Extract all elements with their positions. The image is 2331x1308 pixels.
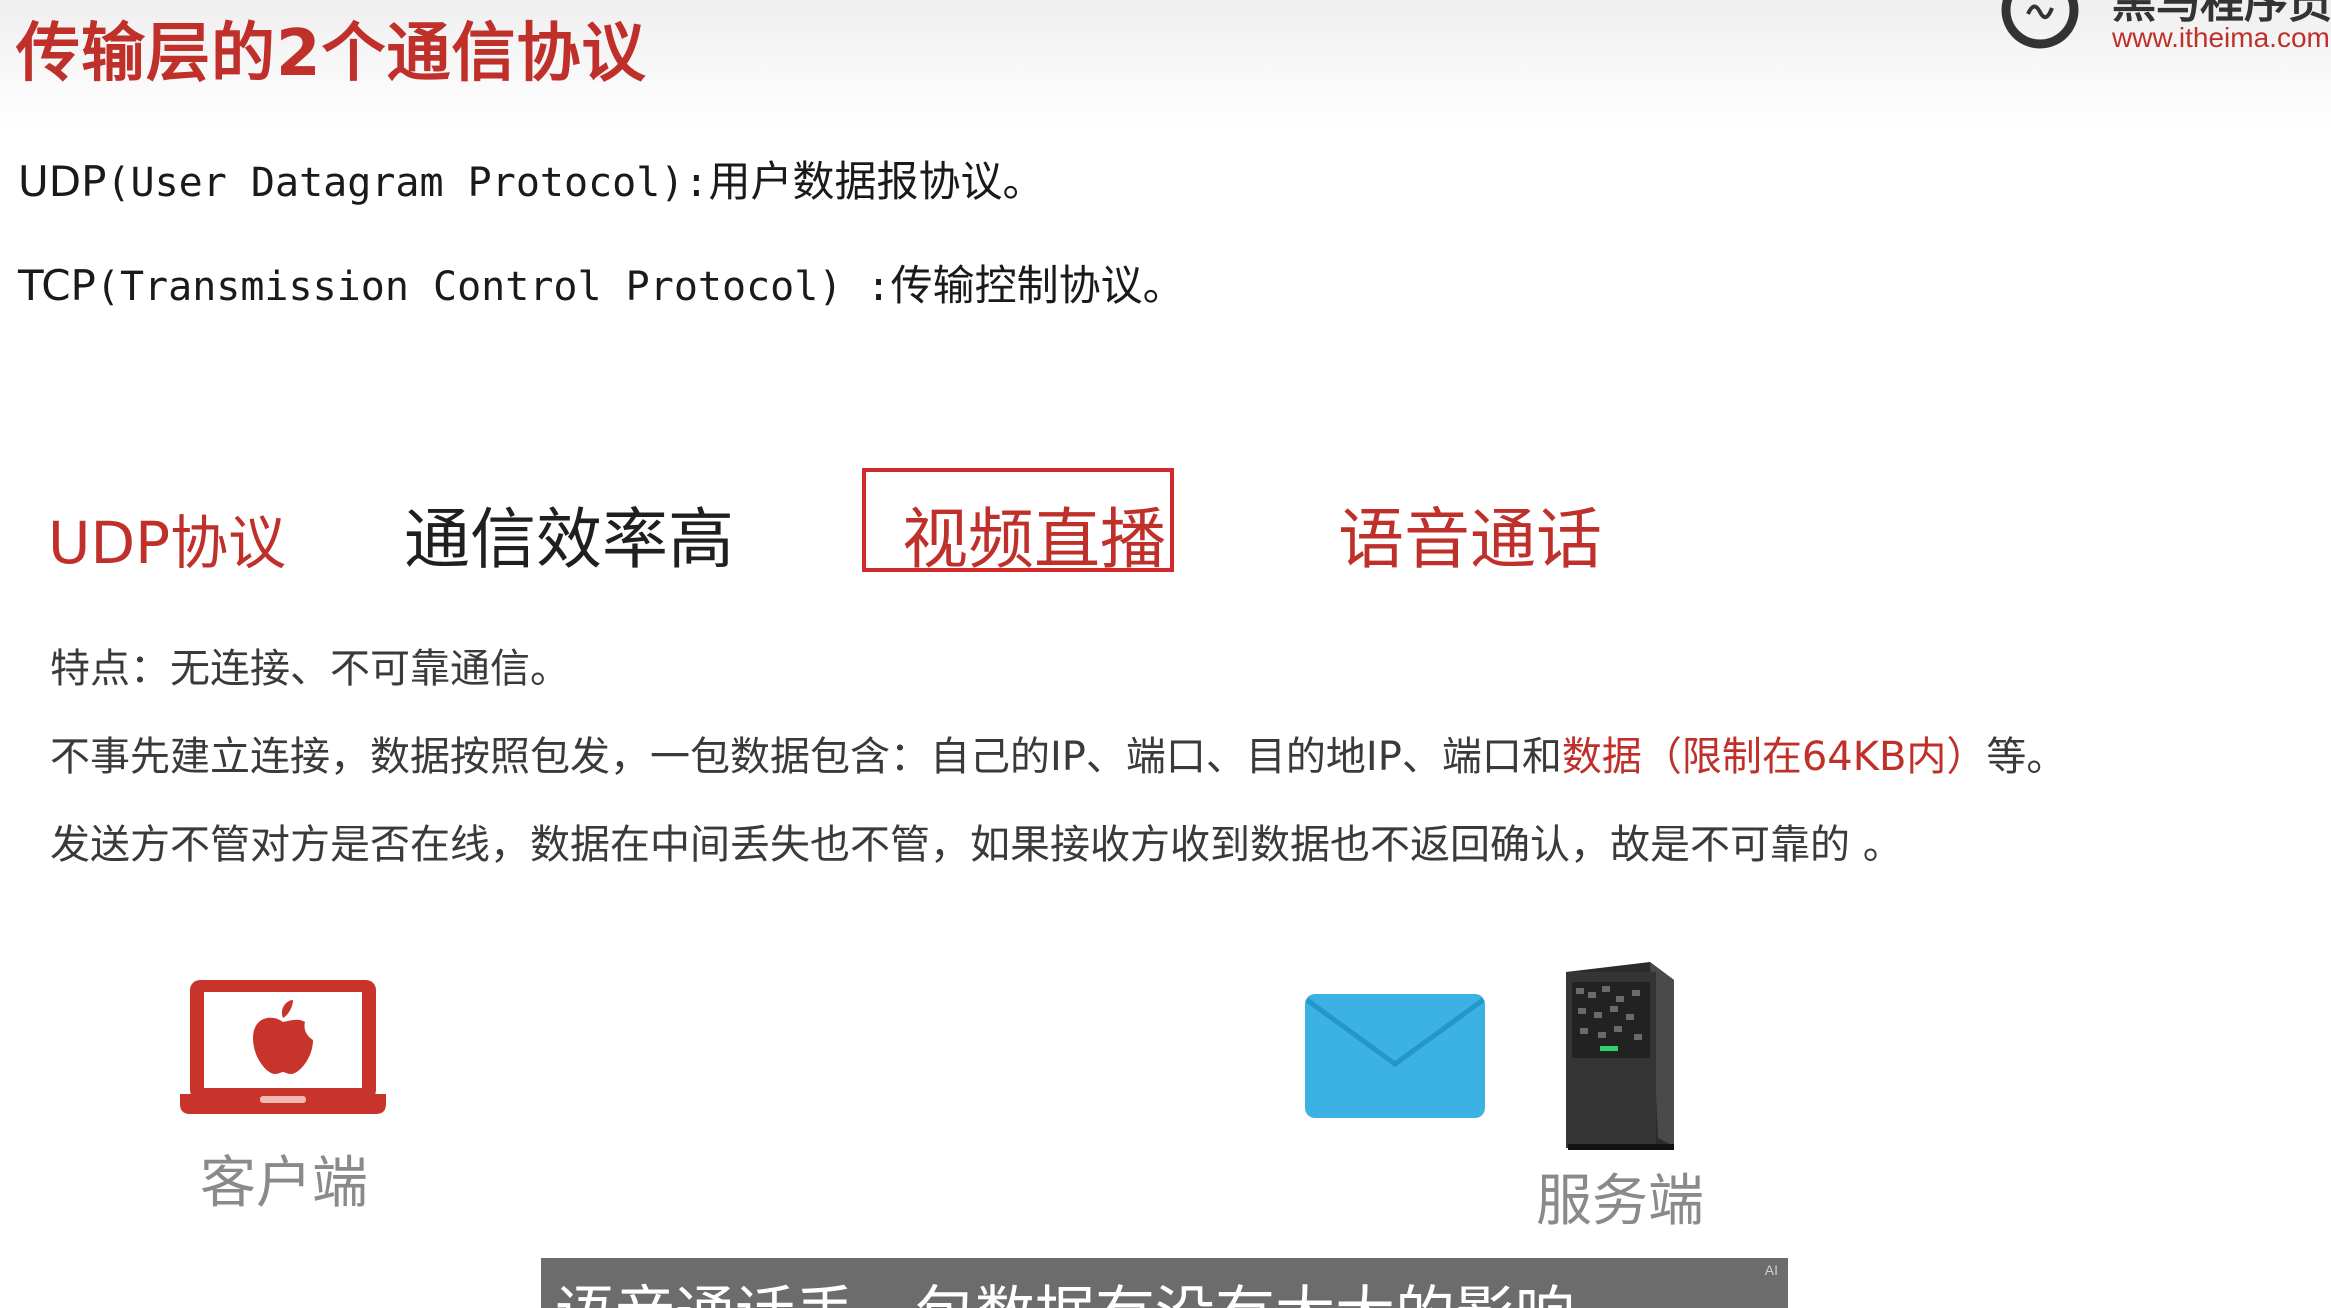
udp-characteristics: 特点：无连接、不可靠通信。 (50, 646, 570, 692)
udp-reliability-note: 发送方不管对方是否在线，数据在中间丢失也不管，如果接收方收到数据也不返回确认，故… (50, 822, 1903, 868)
slide-title: 传输层的2个通信协议 (16, 17, 647, 91)
envelope-icon (1305, 994, 1485, 1118)
brand-logo: 黑马程序员 www.itheima.com (1984, 0, 2331, 70)
feature-efficiency: 通信效率高 (404, 501, 734, 578)
udp-fullname: (User Datagram Protocol) (106, 160, 685, 206)
packet-limit-highlight: 数据（限制在64KB内） (1561, 734, 1987, 780)
tcp-definition: TCP(Transmission Control Protocol) :传输控制… (18, 252, 1185, 313)
packet-text-end: 等。 (1986, 734, 2067, 780)
udp-packet-description: 不事先建立连接，数据按照包发，一包数据包含：自己的IP、端口、目的地IP、端口和… (50, 724, 2066, 782)
server-label: 服务端 (1536, 1169, 1704, 1234)
udp-abbr: UDP (18, 157, 107, 206)
feature-video-live: 视频直播 (902, 501, 1166, 578)
subtitle-text: 语音通话丢一包数据有没有太大的影响 (555, 1266, 1575, 1308)
feature-voice-call: 语音通话 (1338, 501, 1602, 578)
tcp-fullname: (Transmission Control Protocol) (95, 264, 843, 310)
ai-badge: AI (1764, 1262, 1778, 1278)
udp-description: 用户数据报协议。 (708, 157, 1045, 206)
video-subtitle-bar: 语音通话丢一包数据有没有太大的影响 AI (541, 1258, 1788, 1308)
logo-url: www.itheima.com (2112, 22, 2330, 53)
laptop-icon (180, 980, 386, 1114)
server-icon (1566, 962, 1674, 1150)
logo-ring-icon (2001, 0, 2079, 49)
udp-definition: UDP(User Datagram Protocol):用户数据报协议。 (18, 148, 1045, 209)
tcp-separator: : (842, 264, 891, 310)
udp-separator: : (684, 160, 709, 206)
client-label: 客户端 (200, 1151, 368, 1216)
packet-text: 不事先建立连接，数据按照包发，一包数据包含：自己的IP、端口、目的地IP、端口和 (50, 734, 1562, 780)
tcp-abbr: TCP (18, 261, 96, 310)
feature-protocol-name: UDP协议 (48, 509, 287, 577)
tcp-description: 传输控制协议。 (890, 261, 1185, 310)
